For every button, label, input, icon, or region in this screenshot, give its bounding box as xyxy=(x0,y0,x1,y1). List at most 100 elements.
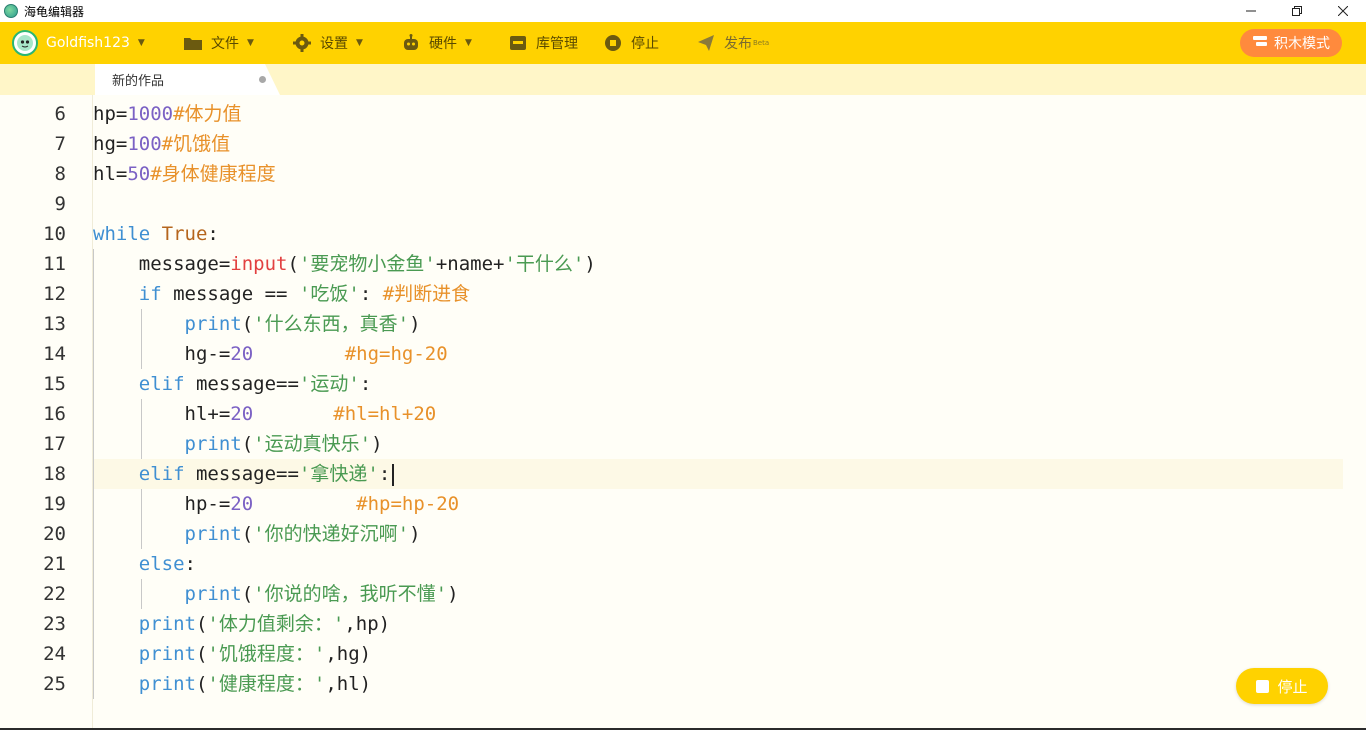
code-token: '运动' xyxy=(298,373,360,395)
send-icon xyxy=(696,33,716,53)
code-token: ( xyxy=(241,523,254,545)
floating-stop-button[interactable]: 停止 xyxy=(1236,668,1328,704)
publish-button[interactable]: 发布 Beta xyxy=(696,22,769,64)
code-token: '要宠物小金鱼' xyxy=(298,253,436,275)
code-line[interactable]: elif message=='运动': xyxy=(93,369,1343,399)
code-token: #饥饿值 xyxy=(161,133,231,155)
code-token: '健康程度：' xyxy=(207,673,326,695)
code-editor[interactable]: 6 7 8 9 10 11 12 13 14 15 16 17 18 19 20 21 22 23 24 25 hp=… xyxy=(0,95,1366,730)
code-line[interactable]: else: xyxy=(93,549,1343,579)
code-token: 20 xyxy=(230,493,254,515)
code-line[interactable]: message=input('要宠物小金鱼'+name+'干什么') xyxy=(93,249,1343,279)
code-line[interactable] xyxy=(93,189,1343,219)
code-token: ( xyxy=(195,613,208,635)
block-mode-button[interactable]: 积木模式 xyxy=(1240,29,1342,57)
code-token: #hp=hp-20 xyxy=(356,493,460,515)
code-line[interactable]: print('饥饿程度：',hg) xyxy=(93,639,1343,669)
code-line[interactable]: if message == '吃饭': #判断进食 xyxy=(93,279,1343,309)
code-line[interactable]: print('你说的啥，我听不懂') xyxy=(93,579,1343,609)
tab-strip: 新的作品 xyxy=(0,64,1366,95)
code-token: ( xyxy=(195,643,208,665)
code-token: #hl=hl+20 xyxy=(333,403,437,425)
code-line[interactable]: elif message=='拿快递': xyxy=(93,459,1343,489)
main-toolbar: Goldfish123 ▼ 文件 ▼ 设置 ▼ 硬件 ▼ 库管理 停止 发布 B… xyxy=(0,22,1366,64)
line-number: 6 xyxy=(54,103,66,125)
code-token: 1000 xyxy=(127,103,174,125)
code-line[interactable]: print('你的快递好沉啊') xyxy=(93,519,1343,549)
code-token: #判断进食 xyxy=(382,283,471,305)
code-token: while xyxy=(93,223,151,245)
user-menu[interactable]: Goldfish123 ▼ xyxy=(12,22,145,64)
line-number: 7 xyxy=(54,133,66,155)
code-token: : xyxy=(378,463,391,485)
indent-guide xyxy=(93,249,94,699)
code-token: message== xyxy=(184,463,299,485)
menu-library[interactable]: 库管理 xyxy=(508,22,578,64)
code-token: ,hl) xyxy=(325,673,372,695)
indent-guide xyxy=(141,309,142,369)
close-icon[interactable] xyxy=(1320,0,1366,22)
code-token: ,hg) xyxy=(325,643,372,665)
code-token: input xyxy=(230,253,288,275)
line-number: 8 xyxy=(54,163,66,185)
beta-badge: Beta xyxy=(753,39,770,47)
minimize-icon[interactable] xyxy=(1228,0,1274,22)
block-mode-label: 积木模式 xyxy=(1274,36,1330,52)
code-token: '吃饭' xyxy=(298,283,360,305)
window-controls xyxy=(1228,0,1366,22)
code-line[interactable]: hp-=20 #hp=hp-20 xyxy=(93,489,1343,519)
code-line[interactable]: print('健康程度：',hl) xyxy=(93,669,1343,699)
menu-hardware[interactable]: 硬件 ▼ xyxy=(401,22,472,64)
code-token: print xyxy=(184,523,242,545)
code-line[interactable]: hl=50#身体健康程度 xyxy=(93,159,1343,189)
code-line[interactable]: print('体力值剩余：',hp) xyxy=(93,609,1343,639)
code-line[interactable]: hg-=20 #hg=hg-20 xyxy=(93,339,1343,369)
code-token: '体力值剩余：' xyxy=(207,613,345,635)
code-token: print xyxy=(184,583,242,605)
unsaved-dot-icon[interactable] xyxy=(259,76,266,83)
code-token: : xyxy=(359,283,383,305)
code-token: 20 xyxy=(230,343,254,365)
stop-icon xyxy=(1256,679,1270,693)
code-token: ,hp) xyxy=(344,613,391,635)
code-line[interactable]: hg=100#饥饿值 xyxy=(93,129,1343,159)
code-token: ( xyxy=(195,673,208,695)
chevron-down-icon: ▼ xyxy=(356,38,363,48)
line-number: 21 xyxy=(43,553,66,575)
line-number: 19 xyxy=(43,493,66,515)
code-token: True xyxy=(161,223,208,245)
code-token: ) xyxy=(584,253,596,275)
code-token: : xyxy=(184,553,196,575)
restore-icon[interactable] xyxy=(1274,0,1320,22)
line-number: 11 xyxy=(43,253,66,275)
code-line[interactable]: hp=1000#体力值 xyxy=(93,99,1343,129)
menu-settings[interactable]: 设置 ▼ xyxy=(292,22,363,64)
menu-settings-label: 设置 xyxy=(320,36,348,52)
publish-button-label: 发布 xyxy=(724,36,752,52)
code-token: #hg=hg-20 xyxy=(344,343,448,365)
code-token: : xyxy=(359,373,372,395)
stop-button[interactable]: 停止 xyxy=(603,22,659,64)
code-token: '干什么' xyxy=(504,253,585,275)
chevron-down-icon: ▼ xyxy=(465,38,472,48)
line-number: 17 xyxy=(43,433,66,455)
line-number: 10 xyxy=(43,223,66,245)
line-number: 22 xyxy=(43,583,66,605)
tab-new-work[interactable]: 新的作品 xyxy=(95,64,280,95)
code-token: print xyxy=(138,643,196,665)
library-icon xyxy=(508,33,528,53)
code-token: print xyxy=(138,613,196,635)
menu-file[interactable]: 文件 ▼ xyxy=(183,22,254,64)
code-line[interactable]: hl+=20 #hl=hl+20 xyxy=(93,399,1343,429)
chevron-down-icon: ▼ xyxy=(247,38,254,48)
code-line[interactable]: print('运动真快乐') xyxy=(93,429,1343,459)
user-name: Goldfish123 xyxy=(46,35,130,51)
code-line[interactable]: while True: xyxy=(93,219,1343,249)
line-number: 9 xyxy=(54,193,66,215)
code-token: hp-= xyxy=(184,493,231,515)
chevron-down-icon: ▼ xyxy=(137,38,145,48)
code-line[interactable]: print('什么东西，真香') xyxy=(93,309,1343,339)
